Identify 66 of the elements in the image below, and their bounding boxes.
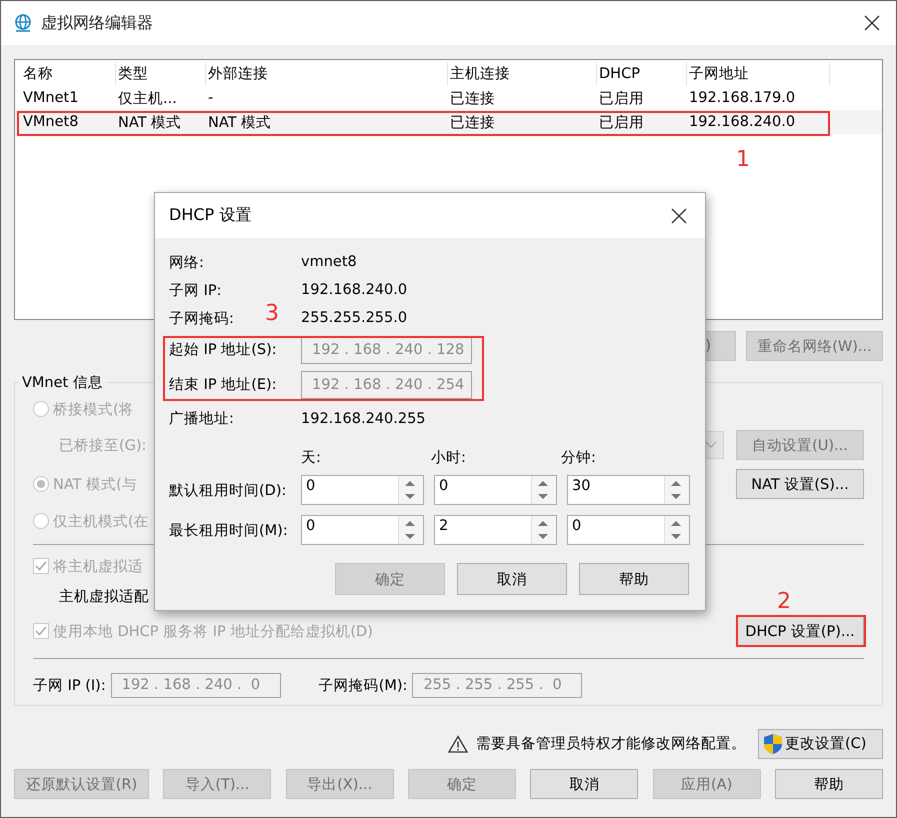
table-cell-text: 已连接 [449,90,496,108]
annotation-number: 3 [265,301,279,326]
table-row[interactable]: VMnet8 NAT 模式 NAT 模式 已连接 已启用 192.168.240.0 [15,110,882,134]
field-label: 起始 IP 地址(S): [169,341,277,359]
table-cell-text: 已连接 [449,114,496,132]
table-cell-text: VMnet8 [22,114,80,130]
field-label: 默认租用时间(D): [169,482,286,500]
field-label: 广播地址: [169,410,234,428]
table-row[interactable]: VMnet1 仅主机... - 已连接 已启用 192.168.179.0 [15,86,882,110]
change-settings-button[interactable]: 更改设置(C) [758,728,883,758]
footer-button[interactable]: 帮助 [774,769,883,799]
table-cell-text: NAT 模式 [207,114,272,132]
table-cell-text: VMnet1 [22,90,80,106]
column-header[interactable]: 外部连接 [206,62,448,86]
spin-field[interactable]: 0 [567,515,690,545]
table-cell-text: 已启用 [598,114,645,132]
annotation-number: 1 [736,147,750,172]
field-label: 子网掩码: [169,310,234,328]
field-value: 255.255.255.0 [301,310,408,326]
column-label: 小时: [431,449,467,467]
dialog-title: DHCP 设置 [169,205,252,226]
column-header[interactable]: 主机连接 [448,62,597,86]
window-title: 虚拟网络编辑器 [41,12,154,34]
globe-icon [13,13,33,33]
field-label: 结束 IP 地址(E): [169,376,277,394]
field-label: 子网掩码(M): [318,676,408,694]
field-label: 网络: [169,254,204,272]
field-label: 已桥接至(G): [58,436,146,454]
adapter-label: 主机虚拟适配 [58,588,149,606]
field-label: 最长租用时间(M): [169,522,288,540]
spin-field[interactable]: 30 [567,475,690,505]
checkmark-icon [34,624,48,638]
dialog-button[interactable]: 帮助 [579,563,689,595]
spin-field[interactable]: 0 [301,475,424,505]
field-value: 192.168.240.255 [301,410,426,426]
field-value: vmnet8 [301,254,357,270]
table-cell-text: 仅主机... [117,90,178,108]
close-icon [862,13,882,33]
footer-button[interactable]: 取消 [530,769,638,799]
dhcp-settings-button[interactable]: DHCP 设置(P)... [736,616,864,646]
column-label: 分钟: [561,449,597,467]
table-cell-text: 已启用 [598,90,645,108]
nat-settings-button[interactable]: NAT 设置(S)... [736,469,864,499]
spin-field[interactable]: 2 [434,515,557,545]
annotation-number: 2 [777,589,791,614]
notice-text: 需要具备管理员特权才能修改网络配置。 [476,735,746,753]
table-cell-text: 192.168.179.0 [688,90,796,106]
table-cell-text: - [207,90,214,106]
table-cell-text: 192.168.240.0 [688,114,796,130]
column-header[interactable]: DHCP [597,62,687,86]
checkmark-icon [34,559,48,573]
warning-icon [448,734,468,752]
field-value: 192.168.240.0 [301,282,408,298]
field-label: 子网 IP: [169,282,222,300]
column-header[interactable]: 类型 [116,62,206,86]
field-label: 子网 IP (I): [33,676,106,694]
table-cell-text: NAT 模式 [117,114,182,132]
spin-field[interactable]: 0 [434,475,557,505]
dialog-button[interactable]: 取消 [457,563,567,595]
shield-icon [763,732,783,754]
spin-field[interactable]: 0 [301,515,424,545]
group-title: VMnet 信息 [21,374,104,392]
column-label: 天: [301,449,322,467]
column-header[interactable]: 名称 [21,62,116,86]
close-icon [669,206,689,226]
column-header[interactable]: 子网地址 [687,62,830,86]
